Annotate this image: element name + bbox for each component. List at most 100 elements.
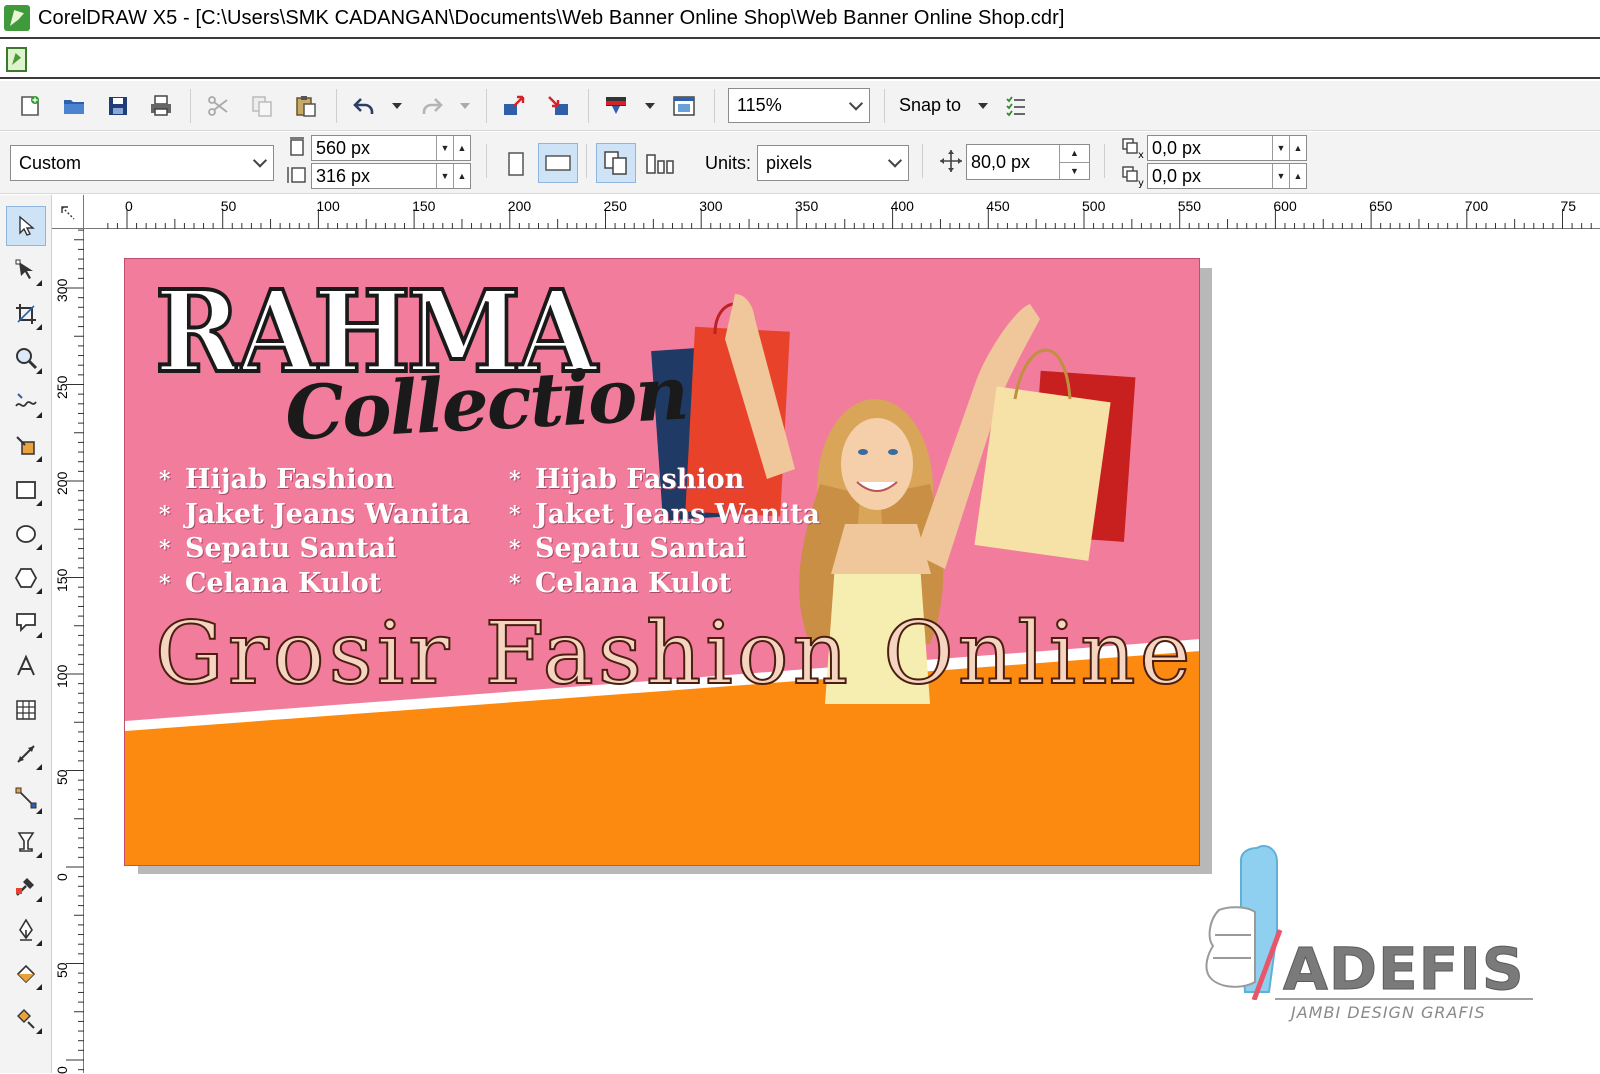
landscape-button[interactable] (538, 143, 578, 183)
ruler-label: 0 (125, 198, 133, 214)
portrait-button[interactable] (496, 144, 536, 184)
snap-to-button[interactable]: Snap to (899, 95, 961, 116)
zoom-tool[interactable] (6, 338, 46, 378)
list-item: * Sepatu Santai (159, 533, 397, 564)
web-banner-page[interactable]: RAHMA Collection * Hijab Fashion * Jaket J… (124, 258, 1200, 866)
eyedropper-tool[interactable] (6, 866, 46, 906)
ellipse-tool[interactable] (6, 514, 46, 554)
dropdown-arrow-icon[interactable]: ▼ (1272, 136, 1289, 160)
options-checklist-icon (1006, 96, 1025, 117)
save-button[interactable] (102, 90, 134, 122)
spin-down-icon[interactable]: ▼ (1059, 162, 1089, 179)
ruler-label: 150 (412, 198, 436, 214)
units-value: pixels (766, 152, 813, 173)
printer-icon (151, 95, 171, 116)
document-icon[interactable] (6, 47, 27, 72)
export-button[interactable] (542, 90, 574, 122)
snap-to-dropdown-arrow[interactable] (978, 103, 988, 109)
crop-tool[interactable] (6, 294, 46, 334)
interactive-fill-icon (17, 1009, 35, 1029)
options-button[interactable] (1000, 90, 1032, 122)
table-tool[interactable] (6, 690, 46, 730)
ruler-label: 300 (54, 278, 70, 302)
all-pages-button[interactable] (596, 143, 636, 183)
product-list-left: * Hijab Fashion * Jaket Jeans Wanita * Sepa… (159, 463, 470, 601)
ruler-label: 50 (220, 198, 237, 214)
redo-button[interactable] (416, 90, 448, 122)
spin-up-icon[interactable]: ▲ (453, 136, 470, 160)
cut-button[interactable] (202, 90, 234, 122)
open-folder-icon (64, 100, 84, 114)
rectangle-tool[interactable] (6, 470, 46, 510)
undo-icon (353, 98, 374, 114)
ellipse-icon (16, 525, 36, 543)
ruler-label: 100 (54, 664, 70, 688)
smart-fill-tool[interactable] (6, 426, 46, 466)
basic-shapes-tool[interactable] (6, 602, 46, 642)
separator (714, 89, 715, 123)
list-item: * Celana Kulot (159, 567, 382, 599)
blend-tool[interactable] (6, 822, 46, 862)
list-item: * Jaket Jeans Wanita (509, 498, 821, 530)
rectangle-icon (16, 481, 36, 499)
ruler-label: 250 (603, 198, 627, 214)
spin-up-icon[interactable]: ▲ (1289, 164, 1306, 188)
page-width-value: 560 px (316, 137, 371, 158)
svg-text:y: y (1138, 178, 1144, 188)
spin-up-icon[interactable]: ▲ (1289, 136, 1306, 160)
nudge-distance-field[interactable]: 80,0 px ▲ ▼ (966, 144, 1090, 180)
duplicate-distance-x-icon: x (1122, 138, 1144, 160)
horizontal-ruler[interactable]: 0 50 100 150 200 250 300 350 400 450 500 550 600 650 7… (52, 195, 1600, 229)
pick-tool[interactable] (6, 206, 46, 246)
separator (884, 89, 885, 123)
duplicate-y-field[interactable]: 0,0 px ▼ ▲ (1147, 163, 1307, 189)
separator (336, 89, 337, 123)
current-page-button[interactable] (640, 144, 680, 184)
paint-bucket-icon (16, 964, 36, 984)
undo-dropdown-arrow[interactable] (392, 103, 402, 109)
separator (586, 144, 587, 178)
crop-icon (16, 304, 36, 324)
page-width-field[interactable]: 560 px ▼ ▲ (311, 135, 471, 161)
spin-up-icon[interactable]: ▲ (453, 164, 470, 188)
welcome-screen-icon (673, 96, 695, 116)
vertical-ruler[interactable]: 300 250 200 150 100 50 0 50 0 (52, 229, 84, 1074)
redo-dropdown-arrow[interactable] (460, 103, 470, 109)
page-height-field[interactable]: 316 px ▼ ▲ (311, 163, 471, 189)
connector-tool[interactable] (6, 778, 46, 818)
blend-goblet-icon (17, 832, 35, 852)
page-size-preset-combo[interactable]: Custom (10, 145, 274, 181)
print-button[interactable] (145, 90, 177, 122)
app-launcher-icon (606, 97, 626, 114)
interactive-fill-tool[interactable] (6, 998, 46, 1038)
export-icon (548, 96, 568, 115)
dropdown-arrow-icon[interactable]: ▼ (436, 136, 453, 160)
welcome-screen-button[interactable] (668, 90, 700, 122)
dropdown-arrow-icon[interactable]: ▼ (436, 164, 453, 188)
dimension-tool[interactable] (6, 734, 46, 774)
open-button[interactable] (58, 90, 90, 122)
polygon-tool[interactable] (6, 558, 46, 598)
launcher-dropdown-arrow[interactable] (645, 103, 655, 109)
import-button[interactable] (498, 90, 530, 122)
freehand-tool[interactable] (6, 382, 46, 422)
duplicate-x-field[interactable]: 0,0 px ▼ ▲ (1147, 135, 1307, 161)
copy-button[interactable] (246, 90, 278, 122)
spin-up-icon[interactable]: ▲ (1059, 145, 1089, 163)
landscape-page-icon (545, 155, 571, 171)
dropdown-arrow-icon[interactable]: ▼ (1272, 164, 1289, 188)
shape-tool[interactable] (6, 250, 46, 290)
ruler-label: 600 (1273, 198, 1297, 214)
outline-pen-tool[interactable] (6, 910, 46, 950)
zoom-levels-combo[interactable]: 115% (728, 88, 870, 123)
separator (486, 89, 487, 123)
undo-button[interactable] (348, 90, 380, 122)
units-combo[interactable]: pixels (757, 145, 909, 181)
fill-tool[interactable] (6, 954, 46, 994)
new-document-button[interactable] (14, 90, 46, 122)
ruler-origin[interactable] (52, 195, 84, 229)
application-launcher-button[interactable] (600, 90, 632, 122)
paste-button[interactable] (290, 90, 322, 122)
text-tool[interactable] (6, 646, 46, 686)
watermark-divider (1275, 998, 1533, 1000)
